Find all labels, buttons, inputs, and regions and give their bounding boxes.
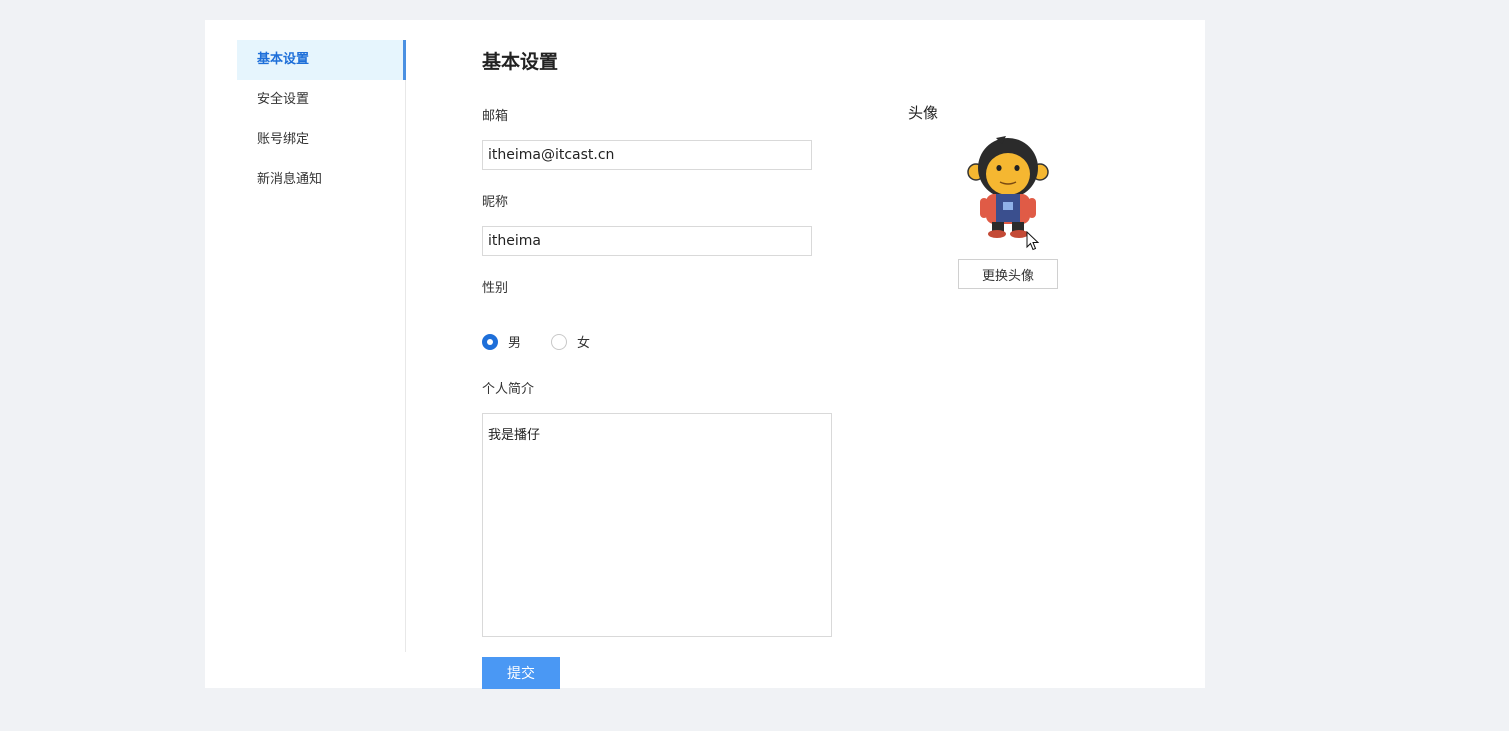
settings-form: 基本设置 邮箱 昵称 性别 男 女 个人简介 我是播仔 提交 <box>482 50 832 689</box>
settings-sidebar: 基本设置 安全设置 账号绑定 新消息通知 <box>237 40 406 652</box>
monkey-mascot-icon <box>967 136 1049 238</box>
mouse-cursor-icon <box>1026 231 1040 251</box>
nickname-field[interactable] <box>482 226 812 256</box>
gender-radio-group: 男 女 <box>482 332 620 351</box>
sidebar-item-account-binding[interactable]: 账号绑定 <box>237 120 405 160</box>
gender-female-label[interactable]: 女 <box>577 332 590 351</box>
settings-card: 基本设置 安全设置 账号绑定 新消息通知 基本设置 邮箱 昵称 性别 男 女 个… <box>205 20 1205 689</box>
avatar-label: 头像 <box>908 104 939 122</box>
page-title: 基本设置 <box>482 51 559 73</box>
bio-label: 个人简介 <box>482 382 535 397</box>
gender-male-label[interactable]: 男 <box>508 332 521 351</box>
avatar-section: 头像 更换头像 <box>908 102 1068 289</box>
nickname-label: 昵称 <box>482 195 509 210</box>
gender-male-radio[interactable] <box>482 333 498 350</box>
sidebar-item-basic-settings[interactable]: 基本设置 <box>237 40 406 80</box>
email-label: 邮箱 <box>482 109 509 124</box>
submit-button[interactable]: 提交 <box>482 657 560 689</box>
sidebar-item-message-notifications[interactable]: 新消息通知 <box>237 160 405 200</box>
change-avatar-button[interactable]: 更换头像 <box>958 259 1058 289</box>
gender-label: 性别 <box>482 281 509 296</box>
email-field[interactable] <box>482 140 812 170</box>
bio-textarea[interactable]: 我是播仔 <box>482 413 832 637</box>
sidebar-item-security-settings[interactable]: 安全设置 <box>237 80 405 120</box>
gender-female-radio[interactable] <box>551 333 568 350</box>
